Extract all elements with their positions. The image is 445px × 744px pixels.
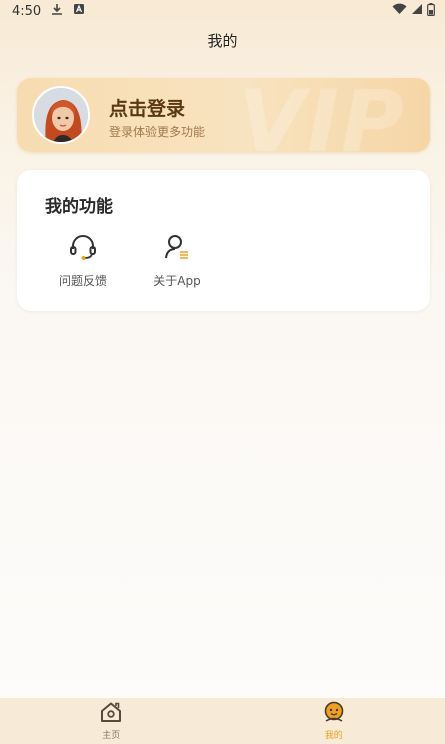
wifi-icon xyxy=(392,3,407,19)
feedback-label: 问题反馈 xyxy=(58,274,107,288)
notification-a-icon xyxy=(73,3,85,19)
feedback-button[interactable]: 问题反馈 xyxy=(38,230,128,296)
functions-card: 我的功能 问题反馈 关于App xyxy=(17,170,430,311)
bottom-tab-bar: 主页 我的 xyxy=(0,698,445,744)
tab-mine[interactable]: 我的 xyxy=(274,698,394,744)
vip-watermark: VIP xyxy=(238,78,406,152)
headset-icon xyxy=(66,230,100,264)
login-title[interactable]: 点击登录 xyxy=(109,94,185,121)
about-app-label: 关于App xyxy=(153,274,201,288)
status-time: 4:50 xyxy=(12,3,42,19)
avatar[interactable] xyxy=(32,86,90,144)
about-app-button[interactable]: 关于App xyxy=(132,230,222,296)
functions-title: 我的功能 xyxy=(45,197,113,217)
login-card[interactable]: VIP 点击登录 登录体验更多功能 xyxy=(17,78,430,152)
tab-home[interactable]: 主页 xyxy=(51,698,171,744)
user-info-icon xyxy=(160,230,194,264)
home-icon xyxy=(99,701,123,727)
login-subtitle: 登录体验更多功能 xyxy=(109,125,206,139)
tab-home-label: 主页 xyxy=(102,731,121,741)
profile-face-icon xyxy=(322,701,346,727)
download-icon xyxy=(51,3,63,20)
tab-mine-label: 我的 xyxy=(324,731,343,741)
battery-icon xyxy=(427,2,435,20)
page-title: 我的 xyxy=(207,31,238,50)
status-bar: 4:50 xyxy=(0,0,445,22)
signal-icon xyxy=(411,3,423,19)
